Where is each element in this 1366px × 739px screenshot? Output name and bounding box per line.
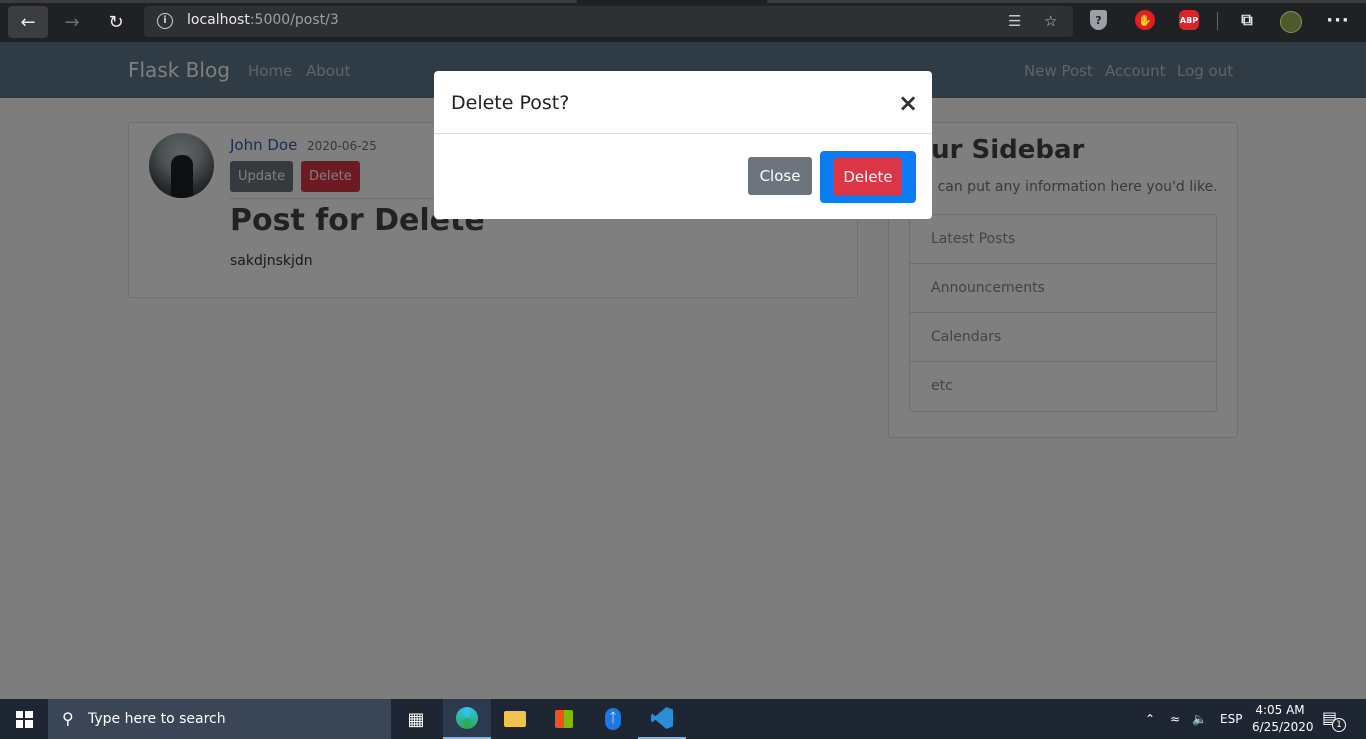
stop-extension-icon[interactable]: ✋ — [1135, 10, 1155, 30]
taskbar-clock[interactable]: 4:05 AM 6/25/2020 — [1252, 702, 1314, 736]
url-text[interactable]: localhost:5000/post/3 — [187, 12, 339, 28]
start-button[interactable] — [0, 699, 48, 739]
clock-date: 6/25/2020 — [1252, 720, 1314, 734]
notification-count-badge: 1 — [1332, 718, 1346, 732]
file-explorer-icon[interactable] — [491, 699, 539, 739]
windows-logo-icon — [15, 710, 33, 728]
read-aloud-icon[interactable]: ☰ — [1008, 12, 1021, 30]
clock-time: 4:05 AM — [1255, 703, 1305, 717]
modal-title: Delete Post? — [451, 92, 570, 114]
shield-extension-icon[interactable]: ? — [1090, 10, 1107, 30]
modal-delete-focus-ring: Delete — [820, 151, 916, 203]
windows-taskbar: ⚲ Type here to search ▦ ᛏ ⌃ ≈ 🔈 ESP 4:05… — [0, 699, 1366, 739]
profile-avatar-icon[interactable] — [1280, 11, 1302, 33]
collections-icon[interactable]: ⧉ — [1237, 10, 1257, 30]
url-path: :5000/post/3 — [249, 12, 339, 28]
delete-post-modal: Delete Post? × Close Delete — [434, 71, 932, 219]
bluetooth-icon[interactable]: ᛏ — [589, 699, 637, 739]
more-icon[interactable]: ··· — [1326, 10, 1349, 31]
toolbar-separator — [1217, 12, 1218, 30]
back-arrow-icon[interactable]: ← — [8, 6, 48, 38]
network-icon[interactable]: ≈ — [1170, 699, 1180, 739]
browser-toolbar: ← → ↻ i localhost:5000/post/3 ☰ ☆ ? ✋ AB… — [0, 0, 1366, 42]
adblock-plus-icon[interactable]: ABP — [1179, 10, 1199, 30]
star-icon[interactable]: ☆ — [1044, 12, 1057, 30]
modal-delete-button[interactable]: Delete — [834, 158, 902, 196]
info-icon[interactable]: i — [157, 13, 173, 29]
input-language-indicator[interactable]: ESP — [1220, 699, 1242, 739]
taskbar-search-placeholder: Type here to search — [88, 711, 226, 727]
active-tab-indicator — [577, 0, 767, 3]
edge-icon[interactable] — [443, 699, 491, 739]
task-view-icon[interactable]: ▦ — [392, 699, 440, 739]
tab-strip — [0, 0, 1366, 3]
vscode-icon[interactable] — [638, 699, 686, 739]
reload-icon[interactable]: ↻ — [96, 6, 136, 38]
show-hidden-icons-icon[interactable]: ⌃ — [1145, 699, 1155, 739]
url-host: localhost — [187, 12, 250, 28]
store-icon[interactable] — [540, 699, 588, 739]
address-bar[interactable]: i localhost:5000/post/3 ☰ ☆ — [144, 6, 1073, 37]
web-page: Flask Blog Home About New Post Account L… — [0, 42, 1366, 699]
modal-close-icon[interactable]: × — [898, 89, 918, 117]
volume-icon[interactable]: 🔈 — [1192, 699, 1207, 739]
modal-header: Delete Post? × — [434, 71, 932, 134]
action-center-icon[interactable]: ▤ 1 — [1322, 708, 1346, 732]
search-icon: ⚲ — [62, 709, 74, 728]
modal-close-button[interactable]: Close — [748, 157, 812, 195]
forward-arrow-icon[interactable]: → — [52, 6, 92, 38]
taskbar-search-box[interactable]: ⚲ Type here to search — [48, 699, 391, 739]
